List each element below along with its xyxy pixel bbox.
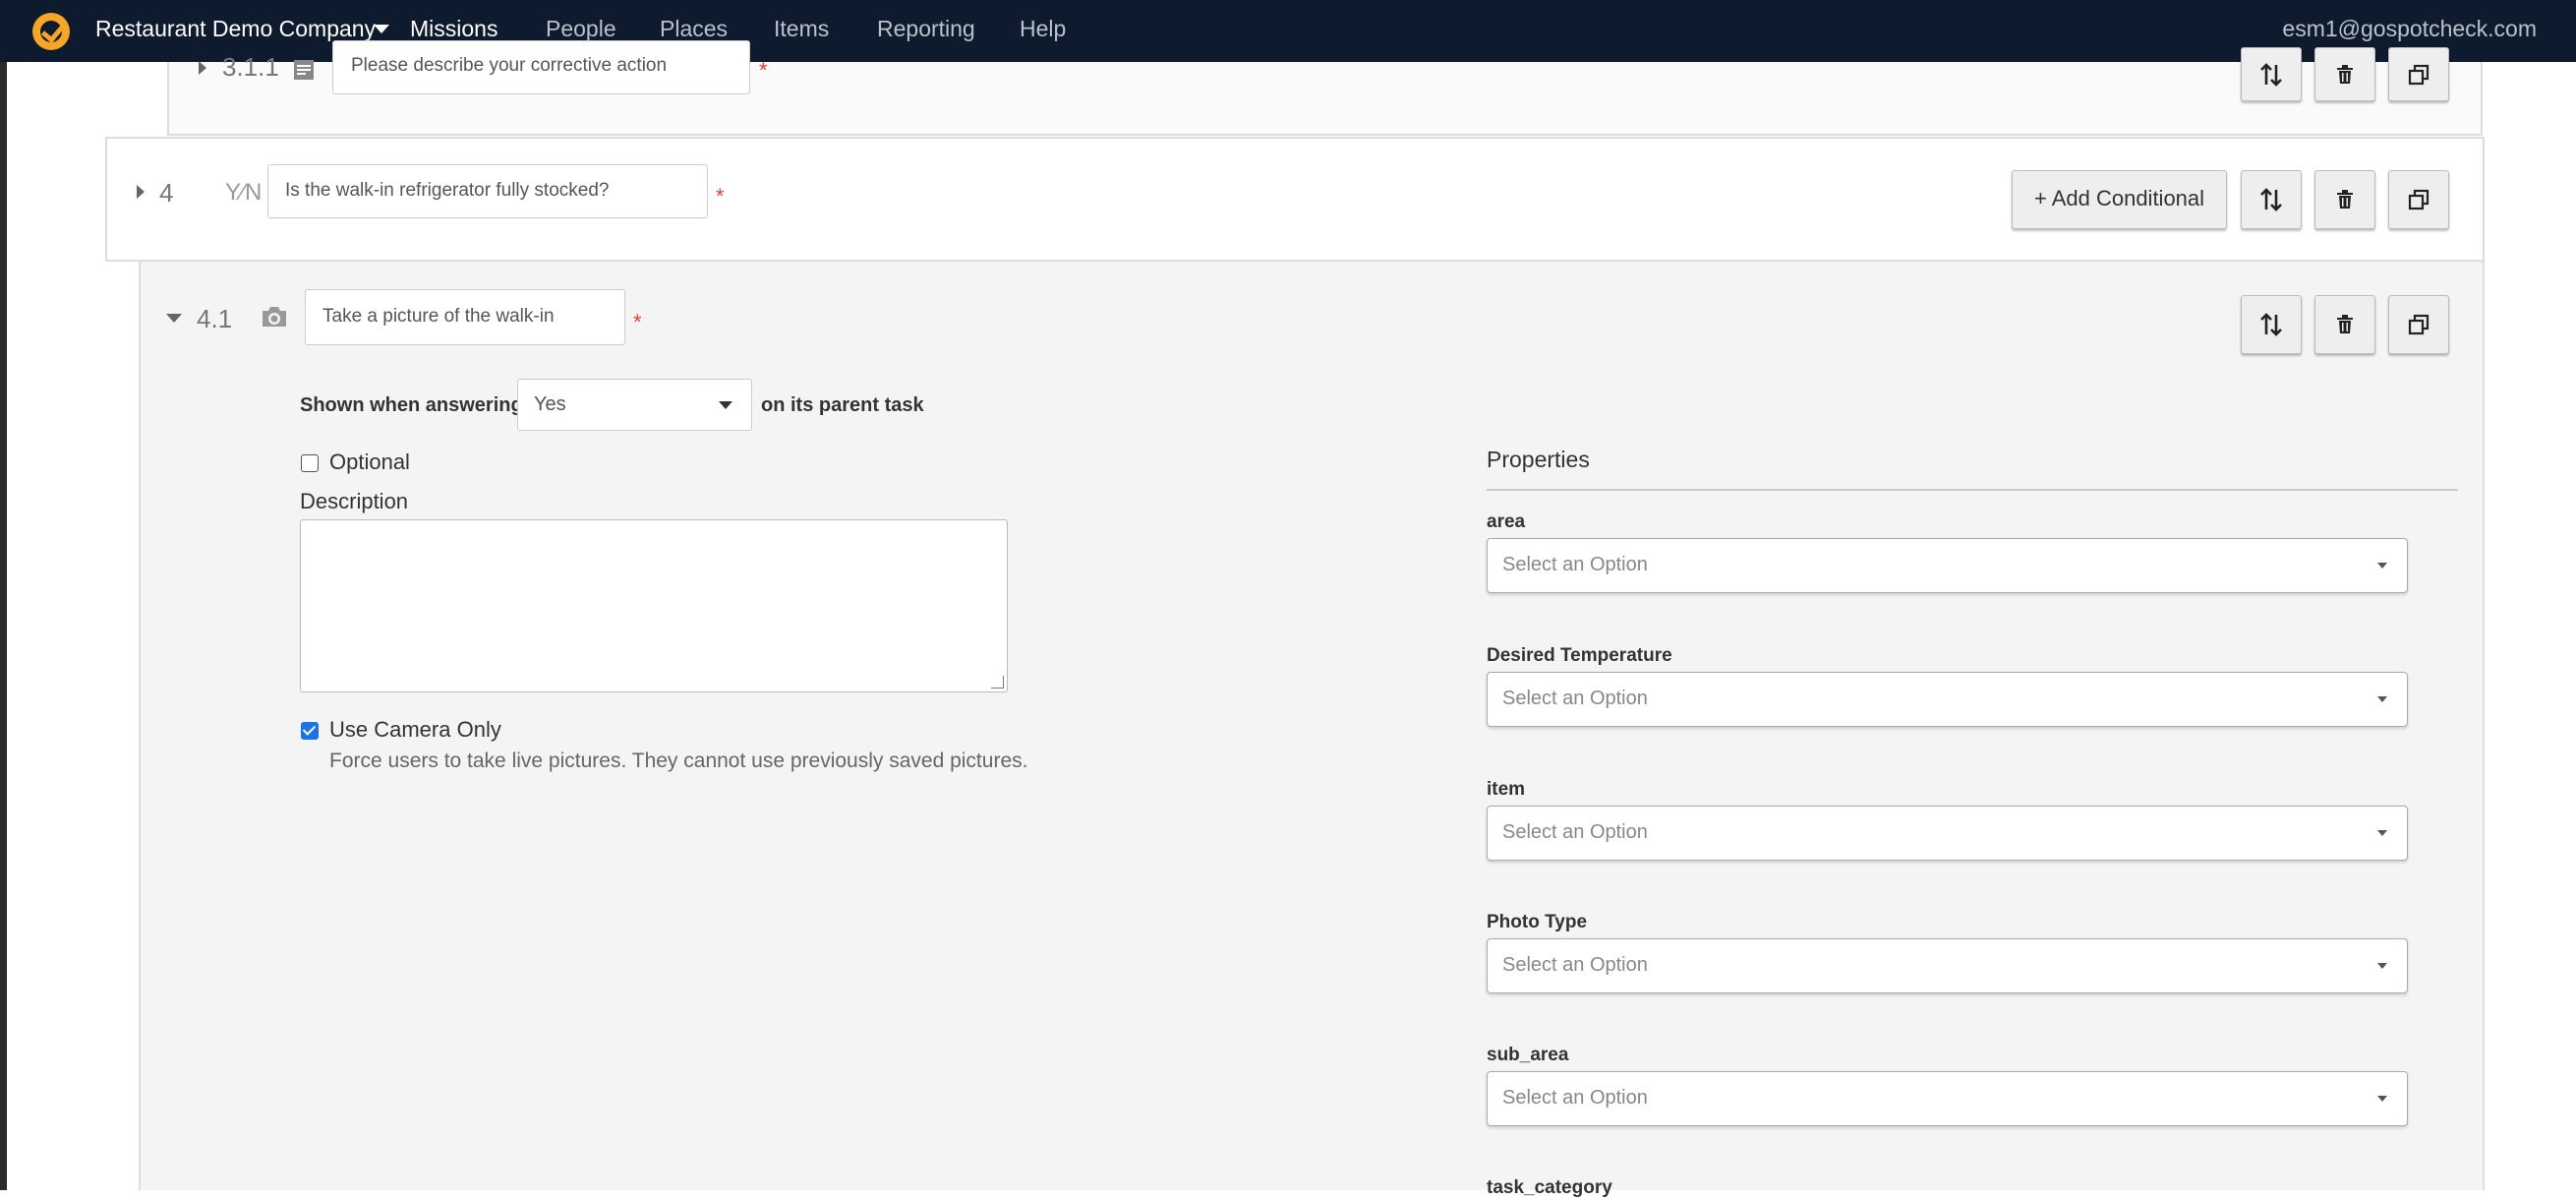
caret-down-icon bbox=[2377, 1096, 2387, 1102]
property-label-task-category: task_category bbox=[1487, 1177, 1612, 1198]
property-label-sub-area: sub_area bbox=[1487, 1045, 1569, 1065]
property-select-photo-type[interactable]: Select an Option bbox=[1487, 938, 2408, 993]
window-edge bbox=[0, 62, 7, 1190]
duplicate-button[interactable] bbox=[2388, 170, 2449, 229]
use-camera-only-checkbox[interactable] bbox=[301, 722, 319, 740]
select-placeholder: Select an Option bbox=[1502, 554, 1648, 575]
use-camera-only-label: Use Camera Only bbox=[329, 717, 501, 742]
property-select-item[interactable]: Select an Option bbox=[1487, 806, 2408, 861]
select-placeholder: Select an Option bbox=[1502, 821, 1648, 843]
trash-icon bbox=[2337, 64, 2353, 84]
property-label-photo-type: Photo Type bbox=[1487, 912, 1588, 932]
yes-no-icon: Y⁄N bbox=[225, 179, 263, 206]
caret-down-icon bbox=[2377, 963, 2387, 969]
caret-down-icon bbox=[719, 401, 732, 409]
nav-reporting[interactable]: Reporting bbox=[877, 14, 975, 43]
text-lines-icon bbox=[294, 60, 314, 80]
condition-answer-select[interactable]: Yes bbox=[517, 379, 752, 431]
user-menu[interactable]: esm1@gospotcheck.com bbox=[2282, 14, 2537, 43]
nav-places[interactable]: Places bbox=[660, 14, 728, 43]
resize-handle-icon[interactable] bbox=[991, 676, 1004, 689]
copy-icon bbox=[2408, 314, 2430, 335]
trash-icon bbox=[2337, 315, 2353, 333]
property-select-sub-area[interactable]: Select an Option bbox=[1487, 1071, 2408, 1126]
reorder-button[interactable] bbox=[2241, 47, 2302, 101]
company-switcher[interactable]: Restaurant Demo Company bbox=[95, 14, 376, 43]
delete-button[interactable] bbox=[2314, 47, 2375, 101]
expand-caret-icon[interactable] bbox=[137, 185, 145, 199]
task-number: 4 bbox=[159, 178, 174, 208]
task-prompt-input[interactable]: Please describe your corrective action bbox=[332, 40, 750, 94]
required-asterisk: * bbox=[716, 184, 725, 209]
task-prompt-input[interactable]: Is the walk-in refrigerator fully stocke… bbox=[267, 164, 708, 218]
copy-icon bbox=[2408, 189, 2430, 210]
properties-divider bbox=[1487, 489, 2458, 491]
optional-label: Optional bbox=[329, 450, 410, 474]
trash-icon bbox=[2337, 190, 2353, 209]
caret-down-icon bbox=[2377, 696, 2387, 702]
reorder-button[interactable] bbox=[2241, 295, 2302, 354]
gospotcheck-logo-icon[interactable] bbox=[32, 13, 70, 50]
select-placeholder: Select an Option bbox=[1502, 954, 1648, 976]
expand-caret-icon[interactable] bbox=[199, 61, 206, 75]
property-select-area[interactable]: Select an Option bbox=[1487, 538, 2408, 593]
duplicate-button[interactable] bbox=[2388, 295, 2449, 354]
properties-title: Properties bbox=[1487, 447, 1590, 472]
reorder-button[interactable] bbox=[2241, 170, 2302, 229]
required-asterisk: * bbox=[759, 58, 768, 83]
sort-arrows-icon bbox=[2260, 62, 2282, 87]
task-number: 3.1.1 bbox=[222, 52, 279, 82]
delete-button[interactable] bbox=[2314, 170, 2375, 229]
duplicate-button[interactable] bbox=[2388, 47, 2449, 101]
description-textarea[interactable] bbox=[300, 519, 1008, 692]
nav-help[interactable]: Help bbox=[1020, 14, 1066, 43]
description-label: Description bbox=[300, 489, 409, 513]
select-placeholder: Select an Option bbox=[1502, 688, 1648, 709]
sort-arrows-icon bbox=[2260, 313, 2282, 336]
caret-down-icon bbox=[2377, 830, 2387, 836]
condition-suffix: on its parent task bbox=[761, 394, 924, 416]
nav-people[interactable]: People bbox=[546, 14, 616, 43]
optional-checkbox[interactable] bbox=[301, 454, 319, 472]
task-prompt-input[interactable]: Take a picture of the walk-in bbox=[305, 289, 625, 345]
caret-down-icon[interactable] bbox=[374, 25, 389, 33]
caret-down-icon bbox=[2377, 563, 2387, 569]
required-asterisk: * bbox=[633, 310, 642, 334]
copy-icon bbox=[2408, 64, 2430, 85]
condition-prefix: Shown when answering bbox=[300, 394, 523, 416]
task-number: 4.1 bbox=[197, 304, 233, 333]
nav-items[interactable]: Items bbox=[774, 14, 829, 43]
delete-button[interactable] bbox=[2314, 295, 2375, 354]
add-conditional-button[interactable]: + Add Conditional bbox=[2012, 170, 2227, 229]
select-placeholder: Select an Option bbox=[1502, 1087, 1648, 1109]
property-label-item: item bbox=[1487, 779, 1526, 800]
property-label-desired-temperature: Desired Temperature bbox=[1487, 645, 1672, 666]
collapse-caret-icon[interactable] bbox=[166, 314, 182, 323]
property-label-area: area bbox=[1487, 511, 1526, 532]
nav-missions[interactable]: Missions bbox=[410, 14, 498, 43]
condition-answer-value: Yes bbox=[534, 393, 566, 415]
sort-arrows-icon bbox=[2260, 188, 2282, 211]
property-select-desired-temperature[interactable]: Select an Option bbox=[1487, 672, 2408, 727]
use-camera-only-help: Force users to take live pictures. They … bbox=[329, 750, 1028, 772]
camera-icon bbox=[263, 307, 286, 327]
